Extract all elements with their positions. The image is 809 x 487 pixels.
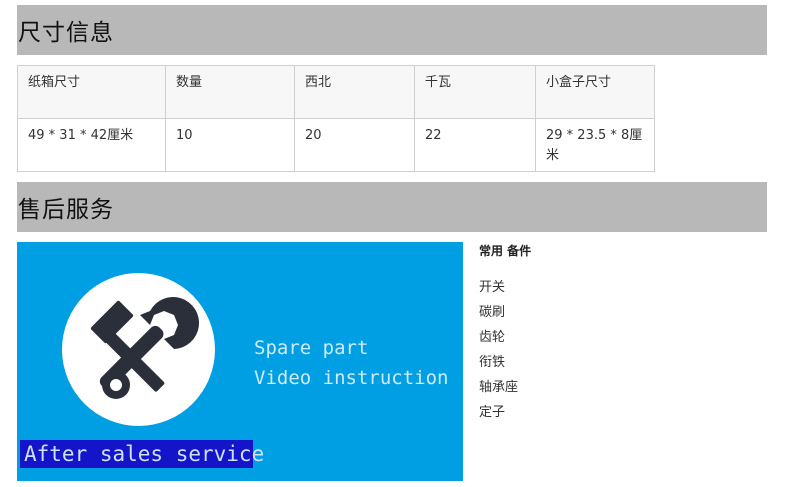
list-item: 定子 [479,405,506,420]
after-sales-banner: Spare part Video instruction After sales… [17,242,463,481]
list-item: 衔铁 [479,355,506,370]
spec-header-box-size: 小盒子尺寸 [535,65,655,119]
banner-after-sales-text: After sales service [24,442,265,466]
tools-icon-circle [62,273,215,426]
list-item: 轴承座 [479,380,519,395]
list-item: 碳刷 [479,305,506,320]
banner-video-instruction-text: Video instruction [254,367,449,389]
spec-cell-carton-size: 49 * 31 * 42厘米 [17,118,166,172]
spec-table: 纸箱尺寸 数量 西北 千瓦 小盒子尺寸 49 * 31 * 42厘米 10 20… [17,65,655,172]
size-info-title: 尺寸信息 [18,20,114,46]
page: 尺寸信息 纸箱尺寸 数量 西北 千瓦 小盒子尺寸 49 * 31 * 42厘米 … [0,0,809,487]
list-item: 齿轮 [479,330,506,345]
list-item: 开关 [479,280,506,295]
banner-spare-part-text: Spare part [254,337,369,359]
spare-parts-title: 常用 备件 [479,244,532,258]
after-sales-header: 售后服务 [17,182,767,232]
spec-cell-nw: 20 [294,118,415,172]
spare-parts-items: 开关 碳刷 齿轮 衔铁 轴承座 定子 [479,275,531,425]
spec-header-kw: 千瓦 [414,65,536,119]
spec-header-quantity: 数量 [165,65,295,119]
tools-icon [90,297,200,399]
spare-parts-list: 常用 备件 开关 碳刷 齿轮 衔铁 轴承座 定子 [479,241,531,425]
spec-table-row: 49 * 31 * 42厘米 10 20 22 29 * 23.5 * 8厘米 [17,118,655,172]
spec-cell-kw: 22 [414,118,536,172]
spec-header-carton-size: 纸箱尺寸 [17,65,166,119]
after-sales-title: 售后服务 [18,197,114,223]
spec-cell-quantity: 10 [165,118,295,172]
spec-header-nw: 西北 [294,65,415,119]
size-info-header: 尺寸信息 [17,5,767,55]
spec-cell-box-size: 29 * 23.5 * 8厘米 [535,118,655,172]
spec-table-header-row: 纸箱尺寸 数量 西北 千瓦 小盒子尺寸 [17,65,655,119]
banner-footer-box: After sales service [20,440,264,468]
